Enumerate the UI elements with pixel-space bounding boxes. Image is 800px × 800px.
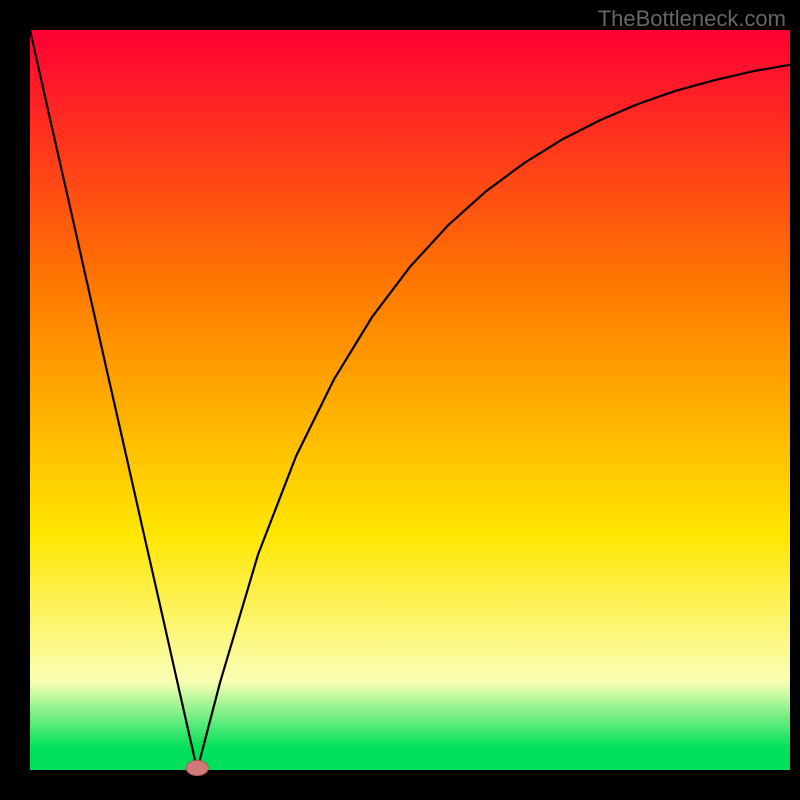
chart-container: TheBottleneck.com	[0, 0, 800, 800]
attribution-label: TheBottleneck.com	[598, 6, 786, 32]
bottleneck-curve-chart	[0, 0, 800, 800]
optimum-marker	[186, 761, 208, 776]
